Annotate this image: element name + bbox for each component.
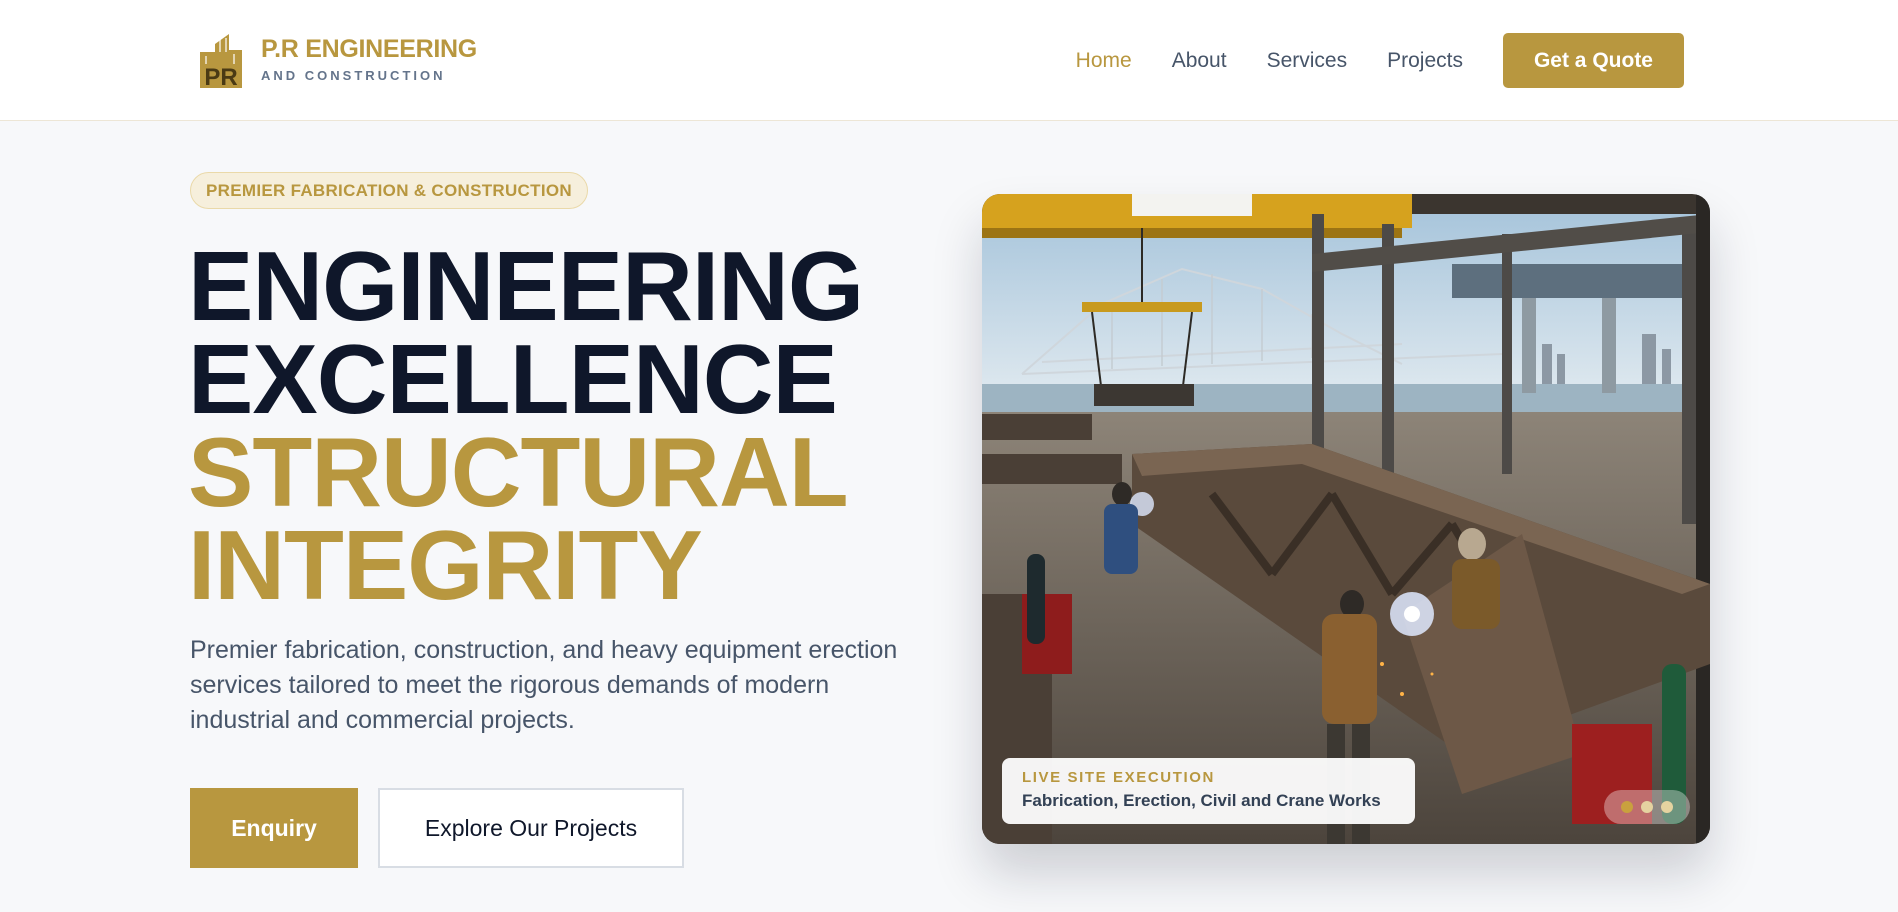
headline-line-2: EXCELLENCE <box>188 324 838 434</box>
slider-dot[interactable] <box>1621 801 1633 813</box>
brand-name: P.R ENGINEERING <box>261 34 477 63</box>
building-skyline-icon: PR <box>195 30 247 91</box>
nav-projects[interactable]: Projects <box>1387 34 1463 88</box>
slide-caption-label: LIVE SITE EXECUTION <box>1022 769 1215 786</box>
headline-line-3: STRUCTURAL <box>188 417 849 527</box>
logo-mark-text: PR <box>204 64 237 88</box>
get-quote-button[interactable]: Get a Quote <box>1502 33 1684 88</box>
headline-line-1: ENGINEERING <box>188 231 864 341</box>
main-nav: Home About Services Projects Get a Quote <box>1036 33 1684 88</box>
headline-line-4: INTEGRITY <box>188 510 703 620</box>
nav-home[interactable]: Home <box>1076 34 1132 88</box>
nav-about[interactable]: About <box>1172 34 1227 88</box>
site-header: PR P.R ENGINEERING AND CONSTRUCTION Home… <box>0 0 1898 121</box>
slide-caption: LIVE SITE EXECUTION Fabrication, Erectio… <box>1002 758 1415 824</box>
hero-headline: ENGINEERING EXCELLENCE STRUCTURAL INTEGR… <box>188 231 864 620</box>
hero-description: Premier fabrication, construction, and h… <box>190 636 898 734</box>
slider-dot[interactable] <box>1661 801 1673 813</box>
slider-dot[interactable] <box>1641 801 1653 813</box>
hero-eyebrow-badge: PREMIER FABRICATION & CONSTRUCTION <box>190 172 588 209</box>
slider-pagination <box>1604 790 1690 824</box>
steel-fabrication-yard-photo <box>982 194 1710 844</box>
brand-tagline: AND CONSTRUCTION <box>261 67 446 83</box>
brand-logo[interactable]: PR P.R ENGINEERING AND CONSTRUCTION <box>195 30 477 91</box>
hero-image-slider[interactable]: LIVE SITE EXECUTION Fabrication, Erectio… <box>982 194 1710 844</box>
brand-wordmark: P.R ENGINEERING AND CONSTRUCTION <box>261 34 477 83</box>
nav-services[interactable]: Services <box>1267 34 1348 88</box>
slide-caption-text: Fabrication, Erection, Civil and Crane W… <box>1022 791 1381 810</box>
explore-projects-button[interactable]: Explore Our Projects <box>378 788 684 868</box>
enquiry-button[interactable]: Enquiry <box>190 788 358 868</box>
